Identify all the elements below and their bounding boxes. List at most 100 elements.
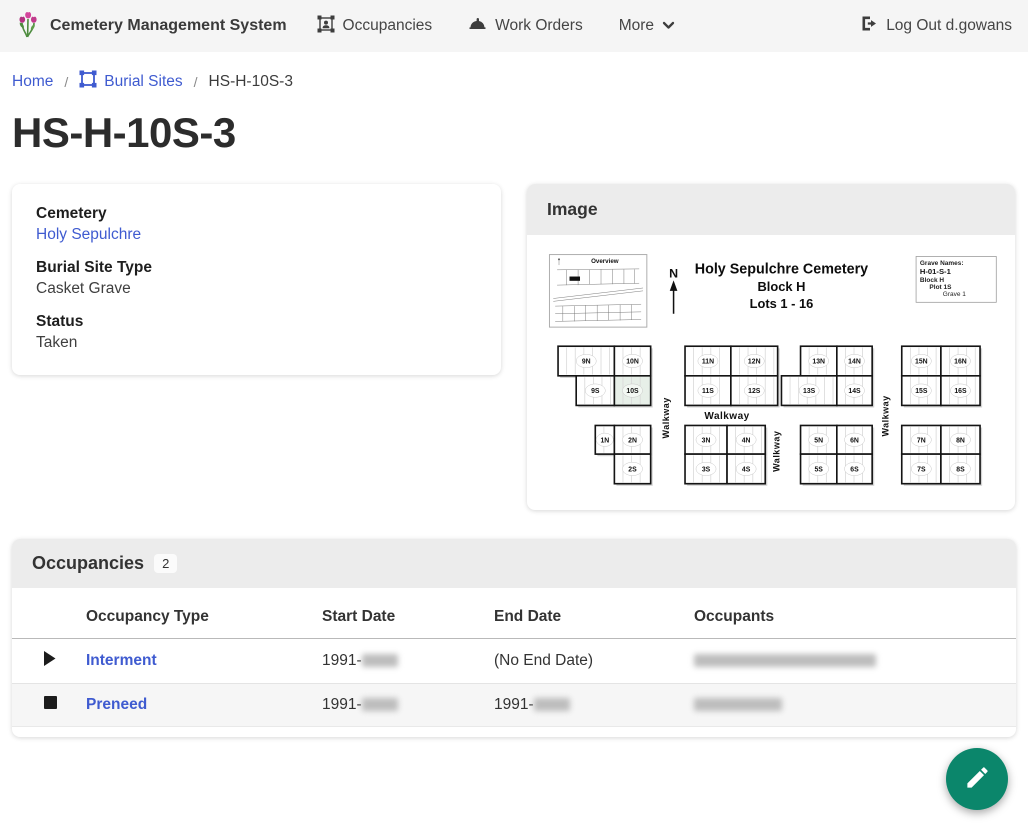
- lot-label: 6S: [850, 466, 859, 473]
- occupancies-header: Occupancies 2: [12, 539, 1016, 588]
- stop-icon: [44, 696, 57, 713]
- table-row: Preneed 1991- 1991-: [12, 684, 1016, 727]
- occupancies-section: Occupancies 2 Occupancy Type Start Date …: [12, 539, 1016, 737]
- lot-label: 10N: [626, 359, 639, 366]
- end-date-value: (No End Date): [494, 652, 593, 669]
- lot-label: 11S: [702, 388, 714, 395]
- lot-label: 14N: [848, 359, 861, 366]
- redacted-text: [534, 698, 570, 711]
- nav-item-occupancies[interactable]: Occupancies: [317, 15, 433, 38]
- image-card-title: Image: [527, 184, 1015, 235]
- start-date-value: 1991-: [322, 652, 362, 669]
- lot-label: 6N: [850, 437, 859, 444]
- lot-label: 16S: [954, 388, 967, 395]
- lot-label: 3N: [702, 437, 711, 444]
- col-end-date: End Date: [482, 592, 682, 639]
- redacted-text: [362, 654, 398, 667]
- burial-site-type-label: Burial Site Type: [36, 259, 477, 277]
- lot-label: 9S: [591, 388, 600, 395]
- grave-box-line5: Grave 1: [943, 291, 966, 298]
- grave-box-line2: H-01-S-1: [920, 267, 952, 276]
- map-title-line3: Lots 1 - 16: [750, 296, 814, 311]
- map-title-line2: Block H: [757, 279, 805, 294]
- col-occupants: Occupants: [682, 592, 1016, 639]
- logout-icon: [860, 15, 878, 37]
- cemetery-link[interactable]: Holy Sepulchre: [36, 226, 141, 243]
- top-navbar: Cemetery Management System Occupancies W…: [0, 0, 1028, 52]
- burial-site-type-value: Casket Grave: [36, 280, 477, 298]
- pencil-icon: [964, 764, 991, 794]
- lot-grid: 9N10N9S10S11N12N11S12S13N14N13S14S15N16N…: [558, 346, 982, 486]
- cemetery-label: Cemetery: [36, 205, 477, 223]
- hard-hat-icon: [468, 16, 487, 36]
- lot-label: 15N: [915, 359, 928, 366]
- col-start-date: Start Date: [310, 592, 482, 639]
- table-row: Interment 1991- (No End Date): [12, 639, 1016, 684]
- plot-map-image: Overview N Holy Sepulchre Cemetery Block…: [527, 235, 1015, 510]
- lot-label: 4S: [742, 466, 751, 473]
- lot-label: 14S: [848, 388, 861, 395]
- lot-label: 13N: [812, 359, 825, 366]
- chevron-down-icon: [662, 17, 675, 35]
- cards-row: Cemetery Holy Sepulchre Burial Site Type…: [0, 184, 1028, 510]
- occupancies-title: Occupancies: [32, 553, 144, 574]
- occupancies-frame-icon: [317, 15, 335, 38]
- occupancies-table: Occupancy Type Start Date End Date Occup…: [12, 592, 1016, 727]
- lot-label: 8S: [956, 466, 965, 473]
- lot-label: 16N: [954, 359, 967, 366]
- edit-fab-button[interactable]: [946, 748, 1008, 810]
- breadcrumb-home-link[interactable]: Home: [12, 73, 53, 91]
- compass-north-label: N: [669, 266, 678, 280]
- status-label: Status: [36, 313, 477, 331]
- nav-item-label: Occupancies: [343, 17, 433, 35]
- app-brand[interactable]: Cemetery Management System: [16, 10, 287, 43]
- lot-label: 4N: [742, 437, 751, 444]
- burial-site-details-card: Cemetery Holy Sepulchre Burial Site Type…: [12, 184, 501, 375]
- nav-item-more[interactable]: More: [619, 17, 675, 35]
- compass-arrow-icon: [670, 280, 678, 313]
- lot-label: 13S: [803, 388, 816, 395]
- lot-label: 10S: [626, 388, 639, 395]
- page-title: HS-H-10S-3: [12, 109, 1028, 157]
- cemetery-plot-map: Overview N Holy Sepulchre Cemetery Block…: [538, 243, 1002, 501]
- occupancy-type-link[interactable]: Interment: [86, 652, 157, 669]
- redacted-text: [362, 698, 398, 711]
- grave-box-line3: Block H: [920, 277, 944, 284]
- lot-label: 15S: [915, 388, 928, 395]
- lot-label: 7N: [917, 437, 926, 444]
- app-title: Cemetery Management System: [50, 17, 287, 35]
- logout-label: Log Out d.gowans: [886, 17, 1012, 35]
- breadcrumb-burial-sites-label: Burial Sites: [104, 73, 182, 91]
- occupancy-type-link[interactable]: Preneed: [86, 696, 147, 713]
- grave-box-line4: Plot 1S: [929, 284, 952, 291]
- col-occupancy-type: Occupancy Type: [74, 592, 310, 639]
- logout-button[interactable]: Log Out d.gowans: [860, 15, 1012, 37]
- burial-site-frame-icon: [79, 70, 97, 93]
- breadcrumb-current: HS-H-10S-3: [209, 73, 293, 91]
- lot-label: 8N: [956, 437, 965, 444]
- nav-item-label: More: [619, 17, 654, 35]
- occupancies-count-badge: 2: [154, 554, 177, 573]
- grave-box-line1: Grave Names:: [920, 260, 964, 267]
- tulip-logo-icon: [16, 10, 40, 43]
- image-card: Image: [527, 184, 1015, 510]
- redacted-text: [694, 654, 876, 667]
- overview-title: Overview: [591, 258, 619, 265]
- lot-label: 3S: [702, 466, 711, 473]
- walkway-label: Walkway: [661, 397, 671, 438]
- lot-label: 1N: [600, 437, 609, 444]
- start-date-value: 1991-: [322, 696, 362, 713]
- nav-item-work-orders[interactable]: Work Orders: [468, 16, 583, 36]
- walkway-label: Walkway: [704, 411, 749, 422]
- lot-label: 9N: [582, 359, 591, 366]
- breadcrumb-separator: /: [183, 74, 209, 90]
- map-title-line1: Holy Sepulchre Cemetery: [695, 262, 868, 278]
- lot-label: 7S: [917, 466, 926, 473]
- lot-label: 2S: [628, 466, 637, 473]
- breadcrumb: Home / Burial Sites / HS-H-10S-3: [0, 52, 1028, 93]
- breadcrumb-burial-sites-link[interactable]: Burial Sites: [79, 70, 182, 93]
- play-icon: [44, 653, 56, 670]
- walkway-label: Walkway: [772, 431, 782, 472]
- lot-label: 5N: [814, 437, 823, 444]
- lot-label: 11N: [702, 359, 714, 366]
